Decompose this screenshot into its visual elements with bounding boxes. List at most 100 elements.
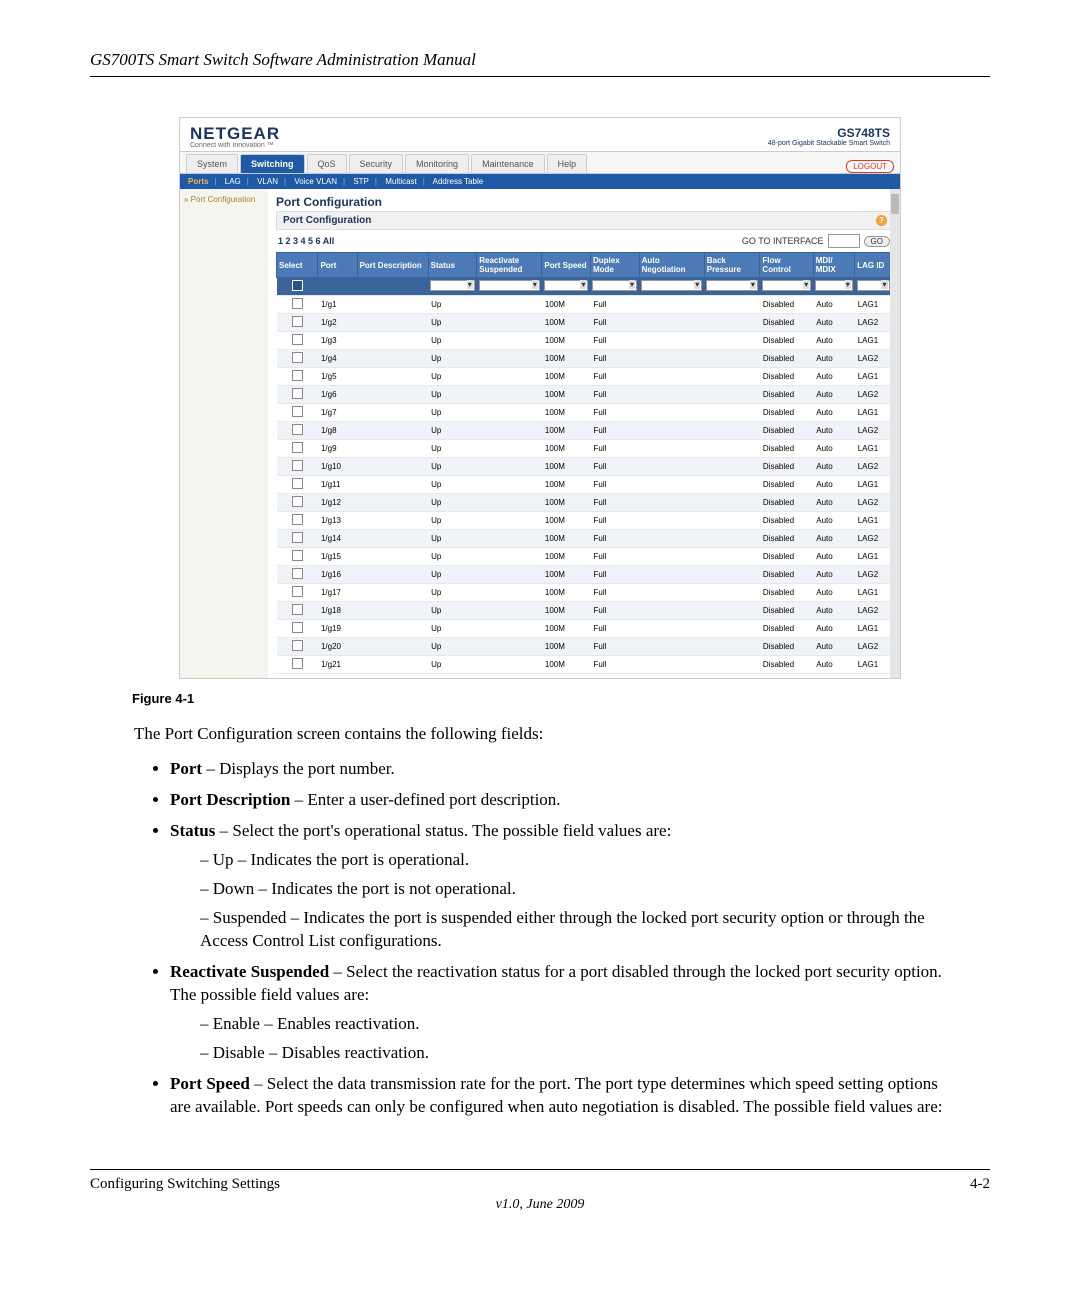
filter-speed-dropdown[interactable] <box>544 280 589 291</box>
filter-backpressure-dropdown[interactable] <box>706 280 758 291</box>
goto-input[interactable] <box>828 234 860 248</box>
cell-duplex: Full <box>590 314 639 332</box>
filter-autoneg-dropdown[interactable] <box>641 280 702 291</box>
cell-speed: 100M <box>542 656 591 674</box>
help-icon[interactable]: ? <box>876 215 887 226</box>
cell-lag: LAG2 <box>855 314 892 332</box>
figure-caption: Figure 4-1 <box>132 691 990 706</box>
row-checkbox[interactable] <box>292 550 303 561</box>
row-checkbox[interactable] <box>292 298 303 309</box>
cell-duplex: Full <box>590 548 639 566</box>
tab-system[interactable]: System <box>186 154 238 173</box>
subtab-lag[interactable]: LAG <box>225 177 241 186</box>
row-checkbox[interactable] <box>292 334 303 345</box>
cell-flow: Disabled <box>760 422 813 440</box>
cell-flow: Disabled <box>760 404 813 422</box>
filter-lag-dropdown[interactable] <box>857 280 890 291</box>
row-checkbox[interactable] <box>292 622 303 633</box>
cell-speed: 100M <box>542 422 591 440</box>
doc-header: GS700TS Smart Switch Software Administra… <box>90 50 990 70</box>
cell-lag: LAG1 <box>855 584 892 602</box>
tab-maintenance[interactable]: Maintenance <box>471 154 545 173</box>
row-checkbox[interactable] <box>292 568 303 579</box>
filter-mdi-dropdown[interactable] <box>815 280 852 291</box>
filter-status-dropdown[interactable] <box>430 280 475 291</box>
row-checkbox[interactable] <box>292 640 303 651</box>
row-checkbox[interactable] <box>292 586 303 597</box>
cell-speed: 100M <box>542 332 591 350</box>
cell-lag: LAG1 <box>855 656 892 674</box>
cell-lag: LAG1 <box>855 404 892 422</box>
cell-port: 1/g18 <box>318 602 357 620</box>
row-checkbox[interactable] <box>292 532 303 543</box>
filter-flow-dropdown[interactable] <box>762 280 811 291</box>
cell-mdi: Auto <box>813 548 854 566</box>
row-checkbox[interactable] <box>292 388 303 399</box>
row-checkbox[interactable] <box>292 424 303 435</box>
cell-port: 1/g15 <box>318 548 357 566</box>
row-checkbox[interactable] <box>292 352 303 363</box>
tab-help[interactable]: Help <box>547 154 588 173</box>
cell-lag: LAG1 <box>855 440 892 458</box>
section-title: Port Configuration <box>276 195 892 209</box>
subtab-address-table[interactable]: Address Table <box>433 177 484 186</box>
cell-duplex: Full <box>590 620 639 638</box>
goto-label: GO TO INTERFACE <box>742 236 824 246</box>
row-checkbox[interactable] <box>292 478 303 489</box>
filter-reactivate-dropdown[interactable] <box>479 280 540 291</box>
row-checkbox[interactable] <box>292 406 303 417</box>
paginator-links[interactable]: 1 2 3 4 5 6 All <box>278 236 334 246</box>
go-button[interactable]: GO <box>864 236 890 247</box>
filter-duplex-dropdown[interactable] <box>592 280 637 291</box>
col-status: Status <box>428 253 477 278</box>
row-checkbox[interactable] <box>292 316 303 327</box>
col-flow: Flow Control <box>760 253 813 278</box>
table-row: 1/g13Up100MFullDisabledAutoLAG1 <box>277 512 892 530</box>
cell-flow: Disabled <box>760 332 813 350</box>
cell-duplex: Full <box>590 566 639 584</box>
cell-mdi: Auto <box>813 602 854 620</box>
tab-security[interactable]: Security <box>349 154 404 173</box>
sub-tabs: Ports| LAG| VLAN| Voice VLAN| STP| Multi… <box>180 174 900 189</box>
subtab-stp[interactable]: STP <box>353 177 369 186</box>
col-lag: LAG ID <box>855 253 892 278</box>
row-checkbox[interactable] <box>292 442 303 453</box>
cell-duplex: Full <box>590 584 639 602</box>
sidebar-item-port-config[interactable]: » Port Configuration <box>184 195 264 204</box>
tab-monitoring[interactable]: Monitoring <box>405 154 469 173</box>
table-row: 1/g12Up100MFullDisabledAutoLAG2 <box>277 494 892 512</box>
cell-mdi: Auto <box>813 440 854 458</box>
cell-port: 1/g16 <box>318 566 357 584</box>
row-checkbox[interactable] <box>292 460 303 471</box>
cell-mdi: Auto <box>813 296 854 314</box>
brand-logo: NETGEAR <box>190 124 280 144</box>
intro-text: The Port Configuration screen contains t… <box>134 724 946 744</box>
cell-flow: Disabled <box>760 440 813 458</box>
cell-mdi: Auto <box>813 476 854 494</box>
scrollbar[interactable] <box>890 189 900 678</box>
subtab-ports[interactable]: Ports <box>188 177 208 186</box>
tab-qos[interactable]: QoS <box>307 154 347 173</box>
row-checkbox[interactable] <box>292 604 303 615</box>
sidebar: » Port Configuration <box>180 189 268 678</box>
filter-row <box>277 278 892 296</box>
subtab-voice-vlan[interactable]: Voice VLAN <box>294 177 337 186</box>
select-all-checkbox[interactable] <box>292 280 303 291</box>
row-checkbox[interactable] <box>292 370 303 381</box>
row-checkbox[interactable] <box>292 496 303 507</box>
subtab-multicast[interactable]: Multicast <box>385 177 417 186</box>
cell-lag: LAG2 <box>855 638 892 656</box>
table-row: 1/g2Up100MFullDisabledAutoLAG2 <box>277 314 892 332</box>
tab-switching[interactable]: Switching <box>240 154 305 173</box>
row-checkbox[interactable] <box>292 658 303 669</box>
row-checkbox[interactable] <box>292 514 303 525</box>
cell-speed: 100M <box>542 638 591 656</box>
cell-port: 1/g13 <box>318 512 357 530</box>
cell-duplex: Full <box>590 422 639 440</box>
table-row: 1/g11Up100MFullDisabledAutoLAG1 <box>277 476 892 494</box>
logout-button[interactable]: LOGOUT <box>846 160 894 173</box>
footer-right: 4-2 <box>970 1176 990 1193</box>
cell-status: Up <box>428 584 477 602</box>
cell-speed: 100M <box>542 548 591 566</box>
subtab-vlan[interactable]: VLAN <box>257 177 278 186</box>
